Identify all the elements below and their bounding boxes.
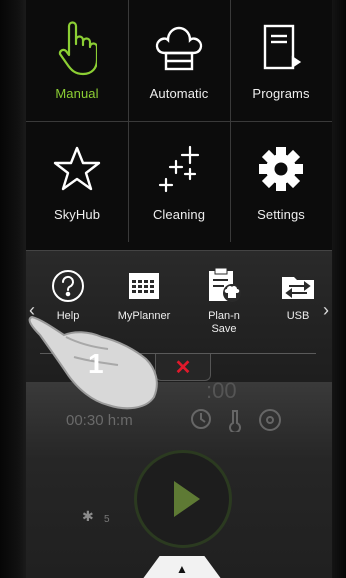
tile-automatic[interactable]: Automatic: [128, 0, 230, 121]
tile-label: Manual: [55, 86, 99, 101]
chevron-up-icon: ▲: [176, 562, 188, 576]
clock-icon[interactable]: [190, 408, 212, 435]
usb-folder-icon: [280, 266, 316, 306]
tile-label: SkyHub: [53, 207, 101, 222]
tile-label: Programs: [252, 86, 310, 101]
tile-settings[interactable]: Settings: [230, 121, 332, 242]
tile-cleaning[interactable]: Cleaning: [128, 121, 230, 242]
next-arrow[interactable]: ›: [323, 300, 329, 321]
gear-icon: [256, 139, 306, 199]
close-icon: ✕: [174, 356, 192, 379]
main-menu-grid: Manual Automatic Programs SkyHub Cleanin…: [26, 0, 332, 250]
clipboard-chef-icon: [206, 266, 242, 306]
chef-hat-icon: [153, 18, 205, 78]
tile-label: Cleaning: [152, 207, 206, 222]
fan-speed-icon[interactable]: [258, 408, 282, 437]
book-icon: [259, 18, 303, 78]
hand-pointer-icon: [57, 18, 97, 78]
calendar-icon: [127, 266, 161, 306]
thermometer-icon[interactable]: [228, 408, 242, 437]
sparkles-icon: [154, 139, 204, 199]
question-circle-icon: [51, 266, 85, 306]
start-button[interactable]: [134, 450, 232, 548]
tile-programs[interactable]: Programs: [230, 0, 332, 121]
quick-label: USB: [286, 310, 310, 322]
tile-label: Settings: [257, 207, 305, 222]
tile-skyhub[interactable]: SkyHub: [26, 121, 128, 242]
tile-manual[interactable]: Manual: [26, 0, 128, 121]
tile-label: Automatic: [149, 86, 209, 101]
oven-control-screen: Manual Automatic Programs SkyHub Cleanin…: [0, 0, 346, 578]
fan-icon: ✱: [82, 508, 94, 524]
left-bezel: [0, 0, 26, 578]
play-icon: [174, 481, 200, 517]
fan-level: 5: [104, 514, 110, 525]
star-icon: [52, 139, 102, 199]
quick-plan-n-save[interactable]: Plan-n Save: [190, 266, 258, 336]
quick-label: Plan-n Save: [208, 310, 240, 335]
step-number: 1: [88, 348, 104, 379]
right-bezel: [332, 0, 346, 578]
quick-usb[interactable]: USB: [264, 266, 332, 323]
time-display: :00: [206, 378, 237, 403]
